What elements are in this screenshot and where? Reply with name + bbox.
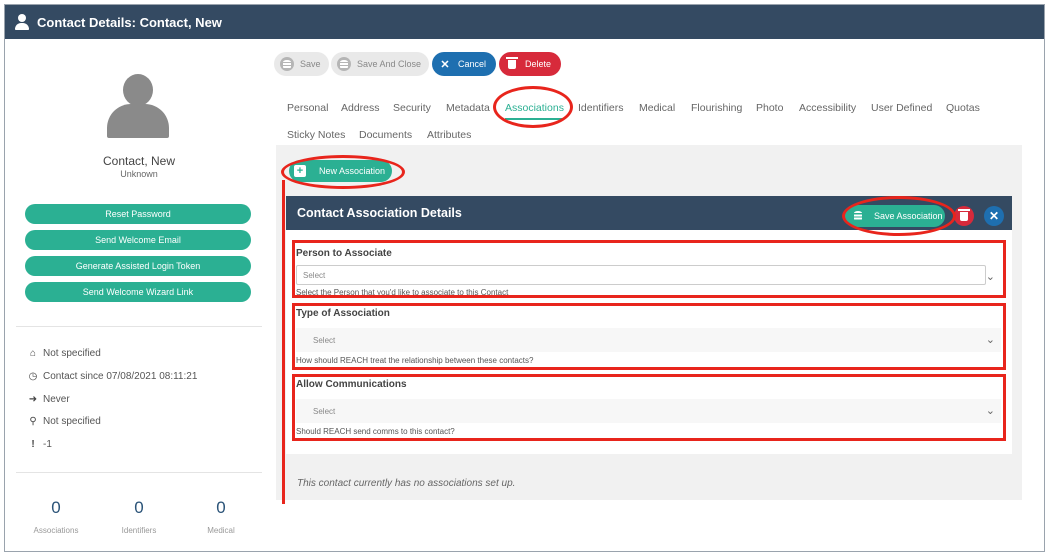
delete-button[interactable]: Delete	[499, 52, 562, 76]
profile-sidebar: Contact, New Unknown Reset Password Send…	[4, 38, 274, 552]
trash-icon	[505, 56, 519, 71]
sign-in-icon: ➜	[28, 394, 38, 405]
generate-login-token-button[interactable]: Generate Assisted Login Token	[25, 256, 251, 276]
tab-metadata[interactable]: Metadata	[446, 102, 490, 114]
window-title: Contact Details: Contact, New	[37, 14, 222, 30]
stat-label: Associations	[33, 526, 79, 535]
contact-subtitle: Unknown	[120, 169, 158, 179]
tab-sticky-notes[interactable]: Sticky Notes	[287, 129, 345, 141]
database-icon	[280, 57, 294, 71]
save-label: Save	[300, 59, 321, 69]
info-home-text: Not specified	[43, 348, 101, 359]
exclamation-icon: !	[31, 439, 35, 450]
tab-photo[interactable]: Photo	[756, 102, 783, 114]
contact-since-text: Contact since 07/08/2021 08:11:21	[43, 371, 198, 382]
info-key-text: Not specified	[43, 416, 101, 427]
panel-title: Contact Association Details	[297, 206, 462, 220]
send-welcome-email-button[interactable]: Send Welcome Email	[25, 230, 251, 250]
annotation-box-comms	[292, 374, 1006, 441]
tab-accessibility[interactable]: Accessibility	[799, 102, 856, 114]
tab-medical[interactable]: Medical	[639, 102, 675, 114]
clock-icon: ◷	[28, 371, 38, 382]
stat-label: Medical	[207, 526, 235, 535]
last-login-text: Never	[43, 394, 70, 405]
user-icon	[15, 14, 29, 30]
tab-personal[interactable]: Personal	[287, 102, 328, 114]
annotation-box-person	[292, 240, 1006, 298]
send-wizard-link-button[interactable]: Send Welcome Wizard Link	[25, 282, 251, 302]
cancel-button[interactable]: ✕ Cancel	[432, 52, 497, 76]
avatar	[105, 74, 171, 138]
window-title-bar: Contact Details: Contact, New	[5, 5, 1044, 39]
save-button[interactable]: Save	[274, 52, 329, 76]
tab-identifiers[interactable]: Identifiers	[578, 102, 624, 114]
info-last-login: ➜ Never	[27, 394, 70, 405]
delete-label: Delete	[525, 59, 552, 69]
annotation-line	[282, 180, 285, 504]
info-home: ⌂ Not specified	[27, 348, 101, 359]
close-panel-button[interactable]: ✕	[984, 206, 1004, 226]
info-alert: ! -1	[27, 439, 52, 450]
divider	[16, 472, 262, 473]
trash-icon	[958, 208, 970, 221]
empty-state-message: This contact currently has no associatio…	[297, 478, 516, 489]
tab-quotas[interactable]: Quotas	[946, 102, 980, 114]
stat-value: 0	[216, 498, 226, 517]
stat-medical: 0 Medical	[181, 498, 261, 535]
annotation-circle-tab	[493, 86, 573, 128]
annotation-circle-save	[842, 196, 956, 236]
reset-password-button[interactable]: Reset Password	[25, 204, 251, 224]
tab-flourishing[interactable]: Flourishing	[691, 102, 742, 114]
tab-user-defined[interactable]: User Defined	[871, 102, 932, 114]
database-icon	[337, 57, 351, 71]
cancel-label: Cancel	[458, 59, 487, 69]
save-close-label: Save And Close	[357, 59, 422, 69]
annotation-box-type	[292, 303, 1006, 370]
stat-value: 0	[51, 498, 61, 517]
tab-attributes[interactable]: Attributes	[427, 129, 471, 141]
tab-address[interactable]: Address	[341, 102, 380, 114]
key-icon: ⚲	[29, 416, 37, 427]
info-contact-since: ◷ Contact since 07/08/2021 08:11:21	[27, 371, 198, 382]
info-key: ⚲ Not specified	[27, 416, 101, 427]
info-alert-text: -1	[43, 439, 52, 450]
divider	[16, 326, 262, 327]
close-icon: ✕	[440, 58, 450, 71]
tab-security[interactable]: Security	[393, 102, 431, 114]
home-icon: ⌂	[29, 348, 37, 359]
tab-documents[interactable]: Documents	[359, 129, 412, 141]
stat-identifiers: 0 Identifiers	[99, 498, 179, 535]
save-and-close-button[interactable]: Save And Close	[331, 52, 430, 76]
stat-label: Identifiers	[121, 526, 157, 535]
stat-value: 0	[134, 498, 144, 517]
delete-association-button[interactable]	[954, 206, 974, 226]
contact-name: Contact, New	[102, 154, 176, 168]
annotation-circle-new	[281, 155, 405, 189]
stat-associations: 0 Associations	[16, 498, 96, 535]
